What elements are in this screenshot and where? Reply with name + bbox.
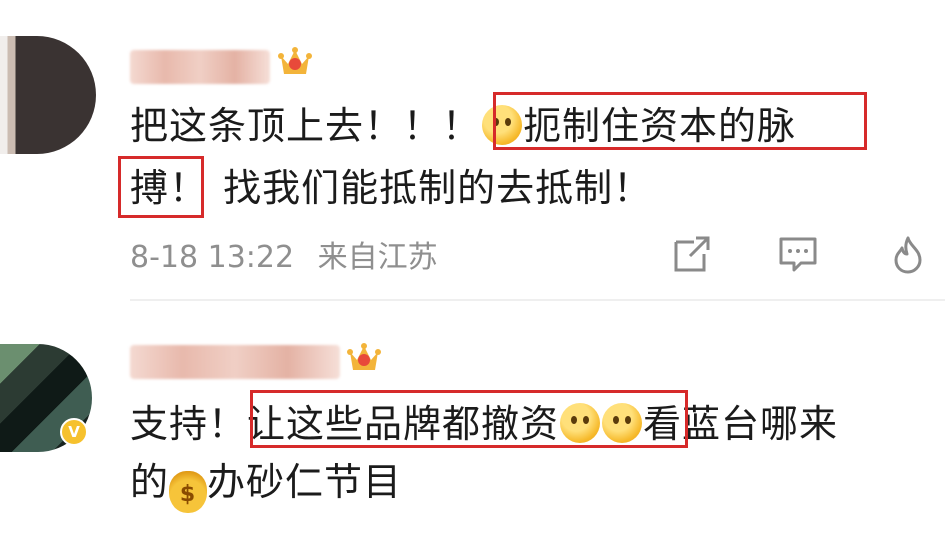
- comment-text-line: 的 $ 办砂仁节目: [130, 450, 402, 514]
- location: 来自江苏: [317, 240, 438, 275]
- highlight-box: [250, 390, 688, 448]
- timestamp: 8-18 13:22: [130, 240, 295, 275]
- comment-meta: 8-18 13:22 来自江苏: [130, 232, 438, 276]
- comment-text: 支持！: [130, 402, 248, 446]
- avatar[interactable]: [0, 36, 96, 154]
- highlight-box: [118, 156, 204, 218]
- comment-text-line: 搏！ 找我们能抵制的去抵制！: [130, 156, 652, 220]
- username-blurred[interactable]: [130, 50, 270, 84]
- crown-badge-icon: [278, 47, 312, 74]
- comment-text: 办砂仁节目: [207, 460, 403, 504]
- comment-item: V 支持！让这些品牌都撤资 看蓝台哪来 的 $ 办砂仁节目: [0, 300, 945, 538]
- crown-badge-icon: [347, 343, 381, 370]
- money-bag-icon: $: [169, 471, 208, 513]
- share-icon[interactable]: [672, 234, 712, 274]
- highlight-box: [493, 92, 867, 150]
- comment-text: 把这条顶上去！！！: [130, 104, 482, 148]
- username-blurred[interactable]: [130, 345, 340, 379]
- verified-badge-icon: V: [60, 418, 88, 446]
- comment-text: 的: [130, 460, 170, 504]
- like-icon[interactable]: [888, 234, 928, 274]
- comment-text: 找我们能抵制的去抵制！: [223, 166, 653, 210]
- comment-item: 把这条顶上去！！！ 扼制住资本的脉 搏！ 找我们能抵制的去抵制！ 8-18 13:…: [0, 0, 945, 300]
- comment-icon[interactable]: [778, 234, 818, 274]
